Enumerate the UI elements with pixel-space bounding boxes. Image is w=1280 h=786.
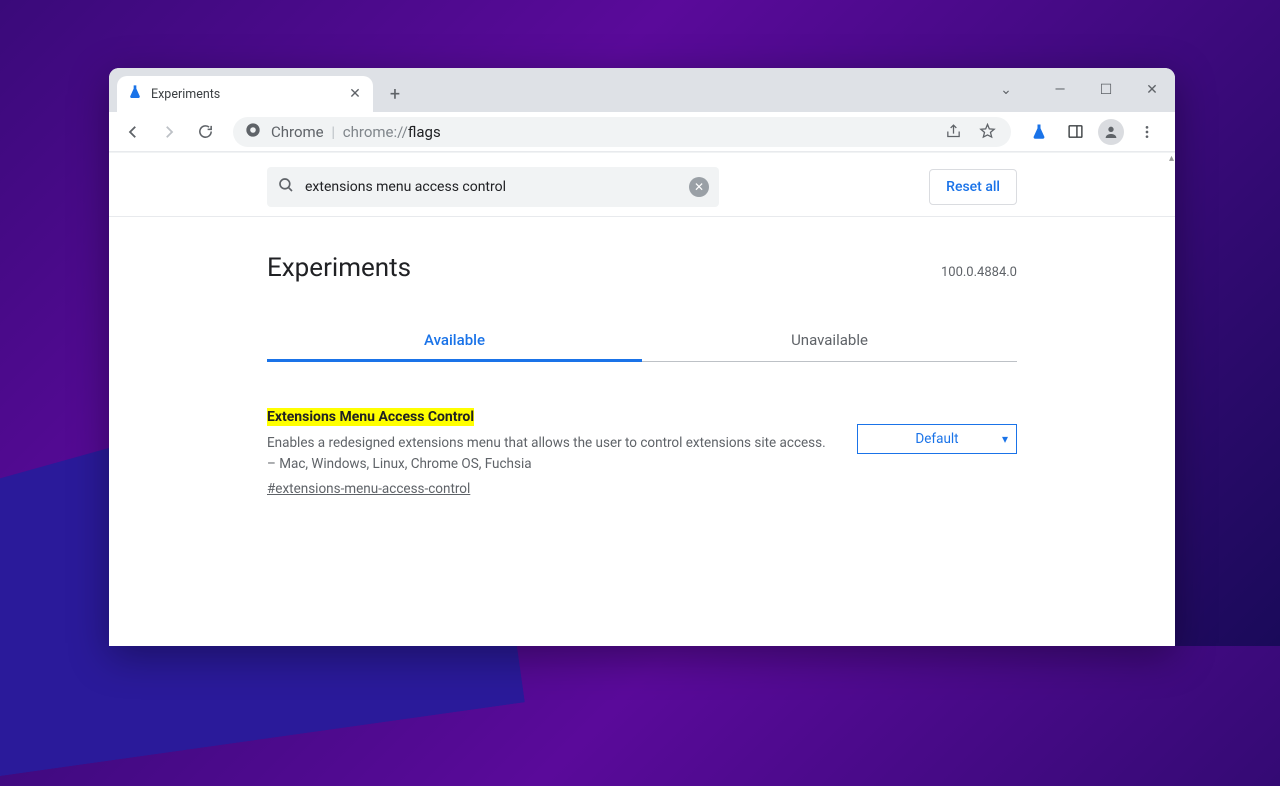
side-panel-icon[interactable] xyxy=(1059,116,1091,148)
chrome-icon xyxy=(245,122,261,142)
flag-id-link[interactable]: #extensions-menu-access-control xyxy=(267,481,827,497)
url-text: Chrome | chrome://flags xyxy=(271,123,441,141)
labs-icon[interactable] xyxy=(1023,116,1055,148)
flag-title: Extensions Menu Access Control xyxy=(267,408,474,426)
page-title: Experiments xyxy=(267,253,411,283)
toolbar-right xyxy=(1023,116,1167,148)
profile-avatar[interactable] xyxy=(1095,116,1127,148)
toolbar: Chrome | chrome://flags xyxy=(109,112,1175,152)
flask-icon xyxy=(127,84,143,104)
back-button[interactable] xyxy=(117,116,149,148)
tab-unavailable[interactable]: Unavailable xyxy=(642,321,1017,361)
tab-experiments[interactable]: Experiments ✕ xyxy=(117,76,373,112)
share-icon[interactable] xyxy=(941,116,965,148)
scrollbar-up-icon[interactable]: ▴ xyxy=(1169,153,1174,164)
minimize-button[interactable]: ― xyxy=(1037,74,1083,106)
chevron-down-icon[interactable]: ⌄ xyxy=(983,74,1029,106)
flag-state-select[interactable]: Default ▾ xyxy=(857,424,1017,454)
maximize-button[interactable]: ☐ xyxy=(1083,74,1129,106)
tab-available[interactable]: Available xyxy=(267,321,642,361)
tab-title: Experiments xyxy=(151,87,339,102)
search-icon xyxy=(277,176,295,198)
forward-button[interactable] xyxy=(153,116,185,148)
flags-tabs: Available Unavailable xyxy=(267,321,1017,362)
address-bar[interactable]: Chrome | chrome://flags xyxy=(233,117,1011,147)
reload-button[interactable] xyxy=(189,116,221,148)
flag-item: Extensions Menu Access Control Enables a… xyxy=(267,406,1017,497)
close-window-button[interactable]: ✕ xyxy=(1129,74,1175,106)
menu-button[interactable] xyxy=(1131,116,1163,148)
version-text: 100.0.4884.0 xyxy=(941,265,1017,280)
bookmark-icon[interactable] xyxy=(975,116,999,148)
reset-all-button[interactable]: Reset all xyxy=(929,169,1017,205)
window-controls: ⌄ ― ☐ ✕ xyxy=(983,68,1175,112)
flag-state-value: Default xyxy=(915,431,958,447)
flags-search-input[interactable]: extensions menu access control ✕ xyxy=(267,167,719,207)
tab-strip: Experiments ✕ + ⌄ ― ☐ ✕ xyxy=(109,68,1175,112)
flag-description: Enables a redesigned extensions menu tha… xyxy=(267,433,827,475)
search-value: extensions menu access control xyxy=(305,179,679,195)
page-content: ▴ extensions menu access control ✕ Reset… xyxy=(109,152,1175,646)
clear-search-icon[interactable]: ✕ xyxy=(689,177,709,197)
new-tab-button[interactable]: + xyxy=(381,80,409,108)
browser-window: Experiments ✕ + ⌄ ― ☐ ✕ Chrome | c xyxy=(109,68,1175,646)
close-icon[interactable]: ✕ xyxy=(347,86,363,102)
chevron-down-icon: ▾ xyxy=(1002,432,1008,446)
